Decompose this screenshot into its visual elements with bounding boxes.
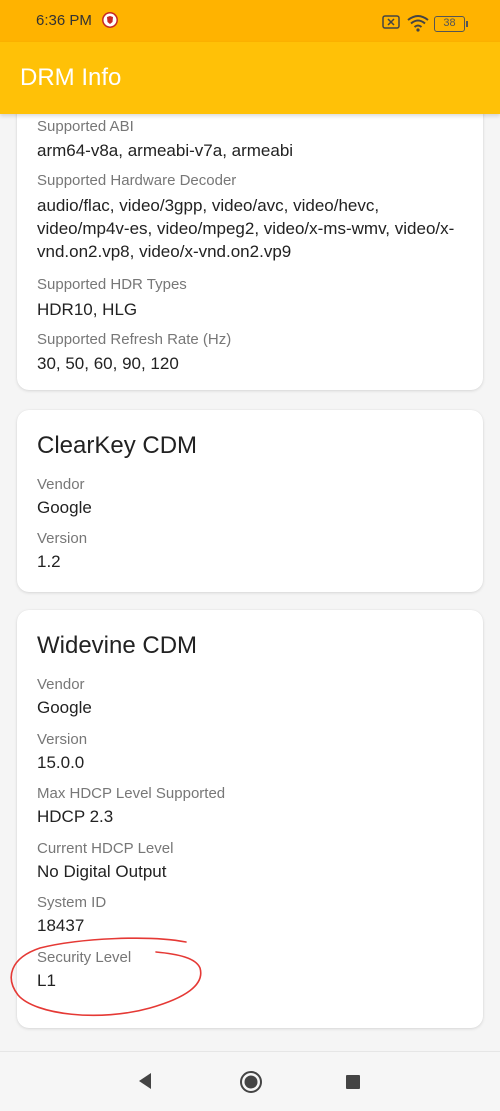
field-value: HDCP 2.3 [37,807,114,826]
status-time: 6:36 PM [36,12,92,29]
back-icon[interactable] [137,1072,153,1090]
field-value: 1.2 [37,552,61,571]
field-label-security-level: Security Level [37,949,132,966]
field-label: Version [37,530,88,547]
app-bar: DRM Info [0,42,500,114]
field-value: No Digital Output [37,862,167,881]
card-title: ClearKey CDM [37,432,198,459]
navigation-bar [0,1051,500,1111]
field-value-security-level: L1 [37,971,56,990]
field-label: Current HDCP Level [37,840,174,857]
field-value: 18437 [37,916,85,935]
field-value: audio/flac, video/3gpp, video/avc, video… [37,196,455,261]
card-title: Widevine CDM [37,632,198,659]
device-info-card: Supported ABI arm64-v8a, armeabi-v7a, ar… [17,114,483,390]
field-value: 30, 50, 60, 90, 120 [37,354,179,373]
field-value: Google [37,698,92,717]
field-label: Max HDCP Level Supported [37,785,226,802]
recents-icon[interactable] [346,1075,360,1089]
battery-icon: 38 [434,16,468,32]
scroll-content[interactable]: Supported ABI arm64-v8a, armeabi-v7a, ar… [0,114,500,1051]
field-label: Supported Hardware Decoder [37,172,237,189]
field-label: Supported ABI [37,118,134,135]
app-title: DRM Info [20,64,122,91]
status-bar: 6:36 PM 38 [0,0,500,42]
widevine-card: Widevine CDM Vendor Google Version 15.0.… [17,610,483,1028]
field-label: Supported HDR Types [37,276,187,293]
field-value: 15.0.0 [37,753,85,772]
field-value: arm64-v8a, armeabi-v7a, armeabi [37,141,294,160]
field-value: HDR10, HLG [37,300,138,319]
clearkey-card: ClearKey CDM Vendor Google Version 1.2 [17,410,483,592]
field-label: Supported Refresh Rate (Hz) [37,331,232,348]
field-value: Google [37,498,92,517]
brave-icon [102,12,118,28]
field-label: System ID [37,894,107,911]
sim-icon [382,15,400,29]
field-label: Vendor [37,676,85,693]
field-label: Version [37,731,88,748]
field-label: Vendor [37,476,85,493]
wifi-icon [407,15,429,32]
home-icon[interactable] [239,1070,263,1094]
